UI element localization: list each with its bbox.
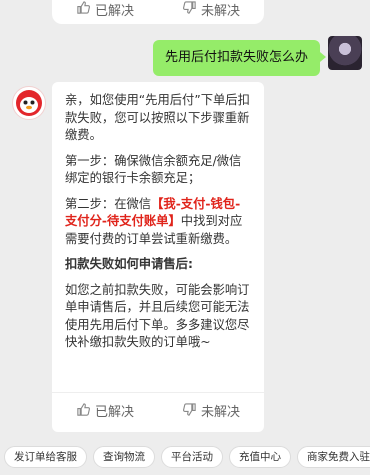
- step-two-text: 第二步：在微信【我-支付-钱包-支付分-待支付账单】中找到对应需要付费的订单尝试…: [65, 196, 252, 249]
- bot-message-bubble: 亲，如您使用“先用后付”下单后扣款失败，您可以按照以下步骤重新缴费。 第一步：确…: [52, 82, 264, 432]
- resolved-label: 已解决: [94, 404, 134, 420]
- unresolved-button[interactable]: 未解决: [182, 402, 240, 423]
- step-one-text: 第一步：确保微信余额充足/微信绑定的银行卡余额充足；: [65, 153, 242, 186]
- thumbs-up-icon: [76, 0, 91, 19]
- resolved-button[interactable]: 已解决: [76, 402, 134, 423]
- quick-action-platform-events[interactable]: 平台活动: [161, 446, 223, 468]
- bot-message-feedback: 已解决 未解决: [52, 392, 264, 432]
- thumbs-down-icon: [182, 0, 197, 19]
- user-message-row: 先用后付扣款失败怎么办: [152, 36, 362, 76]
- resolved-label: 已解决: [94, 3, 134, 19]
- quick-action-send-order[interactable]: 发订单给客服: [4, 446, 87, 468]
- previous-message-feedback: 已解决 未解决: [52, 0, 264, 24]
- thumbs-down-icon: [182, 402, 197, 423]
- resolved-button[interactable]: 已解决: [76, 0, 134, 19]
- bot-avatar: [12, 86, 46, 120]
- thumbs-up-icon: [76, 402, 91, 423]
- unresolved-button[interactable]: 未解决: [182, 0, 240, 19]
- user-avatar[interactable]: [328, 36, 362, 70]
- quick-action-merchant-join[interactable]: 商家免费入驻: [297, 446, 370, 468]
- quick-action-bar: 发订单给客服 查询物流 平台活动 充值中心 商家免费入驻: [0, 446, 370, 475]
- bot-intro-text: 亲，如您使用“先用后付”下单后扣款失败，您可以按照以下步骤重新缴费。: [65, 93, 250, 142]
- quick-action-recharge-center[interactable]: 充值中心: [229, 446, 291, 468]
- bot-mascot-icon: [16, 90, 42, 116]
- after-sale-answer: 如您之前扣款失败，可能会影响订单申请售后，并且后续您可能无法使用先用后付下单。多…: [65, 282, 250, 350]
- chat-page: 已解决 未解决 先用后付扣款失败怎么办 亲，如您使用“先用后付”下单后扣款失败，…: [0, 0, 370, 475]
- unresolved-label: 未解决: [200, 3, 240, 19]
- quick-action-track-logistics[interactable]: 查询物流: [93, 446, 155, 468]
- unresolved-label: 未解决: [200, 404, 240, 420]
- after-sale-question: 扣款失败如何申请售后:: [65, 257, 193, 271]
- user-message-bubble: 先用后付扣款失败怎么办: [152, 40, 327, 76]
- step-two-prefix: 第二步：在微信: [65, 196, 152, 211]
